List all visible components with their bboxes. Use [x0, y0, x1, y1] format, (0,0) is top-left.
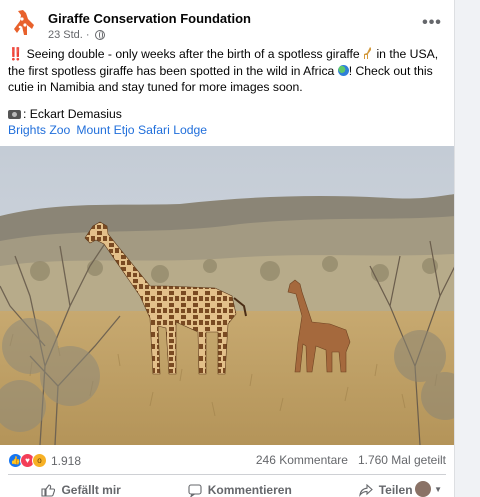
chevron-down-icon: ▼: [434, 484, 442, 494]
share-button[interactable]: Teilen: [358, 483, 413, 497]
post-stats: 👍 ♥ o 1.918 246 Kommentare 1.760 Mal get…: [8, 453, 446, 471]
share-label: Teilen: [378, 483, 413, 497]
post-as-selector[interactable]: ▼: [415, 481, 442, 497]
comment-bubble-icon: [188, 483, 202, 497]
page-name[interactable]: Giraffe Conservation Foundation: [48, 11, 251, 26]
reaction-count[interactable]: 1.918: [51, 454, 81, 468]
post-body: ‼️ Seeing double - only weeks after the …: [8, 46, 448, 132]
share-count[interactable]: 1.760 Mal geteilt: [358, 453, 446, 467]
more-horizontal-icon: •••: [422, 14, 442, 31]
post-time[interactable]: 23 Std.: [48, 29, 83, 41]
post-header: Giraffe Conservation Foundation 23 Std. …: [8, 7, 446, 43]
post-meta: 23 Std. ·: [48, 29, 105, 41]
globe-africa-emoji-icon: [337, 64, 349, 76]
wow-reaction-icon: o: [32, 453, 47, 468]
giraffe-savanna-photo: [0, 146, 454, 445]
meta-separator: ·: [85, 29, 90, 41]
camera-icon: [8, 109, 21, 119]
post-photo[interactable]: [0, 146, 454, 445]
user-avatar: [415, 481, 432, 497]
tag-link[interactable]: Brights Zoo: [8, 123, 70, 137]
comment-button[interactable]: Kommentieren: [188, 483, 292, 497]
photo-credit: : Eckart Demasius: [8, 106, 448, 123]
post-message: ‼️ Seeing double - only weeks after the …: [8, 46, 448, 96]
divider: [8, 474, 446, 475]
reactions-summary[interactable]: 👍 ♥ o 1.918: [8, 453, 81, 468]
like-label: Gefällt mir: [61, 483, 121, 497]
post-card: Giraffe Conservation Foundation 23 Std. …: [0, 0, 455, 497]
share-arrow-icon: [358, 483, 373, 497]
globe-icon[interactable]: [94, 30, 105, 40]
photo-credit-text: : Eckart Demasius: [23, 106, 122, 121]
comment-count[interactable]: 246 Kommentare: [256, 453, 348, 467]
double-exclamation-icon: ‼️: [8, 47, 24, 61]
more-options-button[interactable]: •••: [420, 11, 444, 35]
giraffe-logo-icon: [8, 7, 40, 39]
post-text-part1: Seeing double - only weeks after the bir…: [26, 47, 360, 61]
comment-label: Kommentieren: [207, 483, 292, 497]
engagement-counts: 246 Kommentare 1.760 Mal geteilt: [256, 453, 446, 467]
action-bar: Gefällt mir Kommentieren Teilen: [8, 480, 446, 497]
page-avatar[interactable]: [8, 7, 40, 39]
like-button[interactable]: Gefällt mir: [41, 483, 121, 497]
tagged-pages: Brights Zoo Mount Etjo Safari Lodge: [8, 123, 207, 137]
giraffe-emoji-icon: [364, 47, 372, 59]
thumbs-up-icon: [41, 483, 56, 497]
tag-link[interactable]: Mount Etjo Safari Lodge: [76, 123, 207, 137]
